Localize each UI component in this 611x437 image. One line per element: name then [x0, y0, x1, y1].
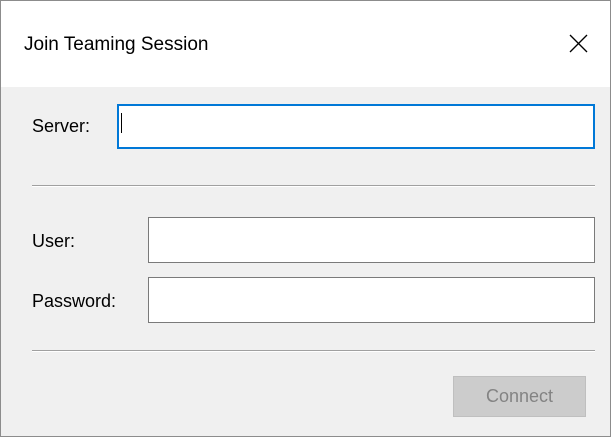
divider-bottom	[32, 350, 595, 352]
divider-top	[32, 185, 595, 187]
user-input[interactable]	[148, 217, 595, 263]
server-label: Server:	[32, 116, 91, 136]
connect-button[interactable]: Connect	[453, 376, 586, 417]
server-input[interactable]	[117, 104, 595, 149]
password-label: Password:	[32, 291, 117, 311]
user-label: User:	[32, 231, 76, 251]
dialog-title: Join Teaming Session	[24, 34, 209, 55]
title-bar: Join Teaming Session	[1, 1, 610, 87]
text-cursor	[121, 113, 122, 133]
close-icon	[569, 34, 588, 53]
close-button[interactable]	[546, 18, 610, 70]
password-input[interactable]	[148, 277, 595, 323]
join-teaming-session-dialog: Join Teaming Session Server: User: Passw…	[0, 0, 611, 437]
